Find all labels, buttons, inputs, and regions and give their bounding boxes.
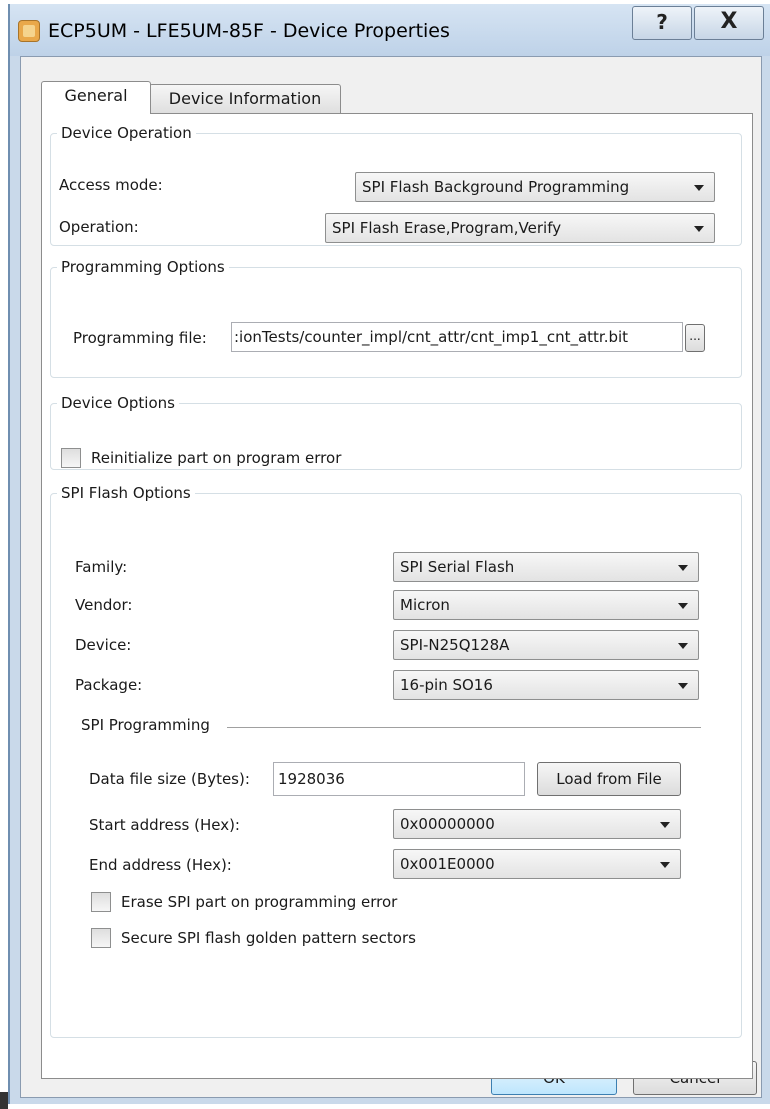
start-address-value: 0x00000000 (400, 815, 495, 833)
operation-select[interactable]: SPI Flash Erase,Program,Verify (325, 213, 715, 243)
data-file-size-value: 1928036 (278, 770, 345, 788)
device-select[interactable]: SPI-N25Q128A (393, 630, 699, 660)
spi-programming-heading: SPI Programming (81, 716, 210, 734)
family-value: SPI Serial Flash (400, 558, 515, 576)
programming-file-label: Programming file: (73, 329, 207, 347)
tab-general[interactable]: General (41, 81, 151, 114)
spi-flash-options-legend: SPI Flash Options (61, 484, 191, 502)
end-address-select[interactable]: 0x001E0000 (393, 849, 681, 879)
dialog-window: ECP5UM - LFE5UM-85F - Device Properties … (8, 4, 770, 1104)
spi-programming-divider (227, 727, 701, 728)
chevron-down-icon (678, 683, 688, 689)
secure-spi-checkbox[interactable] (91, 928, 111, 948)
end-address-value: 0x001E0000 (400, 855, 495, 873)
vendor-value: Micron (400, 596, 450, 614)
data-file-size-input[interactable]: 1928036 (273, 762, 525, 796)
family-select[interactable]: SPI Serial Flash (393, 552, 699, 582)
vendor-label: Vendor: (75, 596, 133, 614)
programming-options-group: Programming Options Programming file: :i… (50, 258, 742, 378)
chevron-down-icon (678, 603, 688, 609)
end-address-label: End address (Hex): (89, 856, 232, 874)
window-edge (0, 1092, 8, 1109)
reinitialize-label: Reinitialize part on program error (91, 449, 342, 467)
device-value: SPI-N25Q128A (400, 636, 510, 654)
vendor-select[interactable]: Micron (393, 590, 699, 620)
package-value: 16-pin SO16 (400, 676, 493, 694)
start-address-label: Start address (Hex): (89, 816, 240, 834)
device-options-legend: Device Options (61, 394, 175, 412)
device-label: Device: (75, 636, 132, 654)
device-operation-legend: Device Operation (61, 124, 192, 142)
title-bar[interactable]: ECP5UM - LFE5UM-85F - Device Properties … (10, 4, 770, 56)
app-icon (18, 20, 40, 42)
chevron-down-icon (694, 226, 704, 232)
secure-spi-label: Secure SPI flash golden pattern sectors (121, 929, 416, 947)
device-options-group: Device Options Reinitialize part on prog… (50, 394, 742, 470)
programming-options-legend: Programming Options (61, 258, 225, 276)
access-mode-select[interactable]: SPI Flash Background Programming (355, 172, 715, 202)
tab-device-information[interactable]: Device Information (149, 84, 341, 114)
programming-file-input[interactable]: :ionTests/counter_impl/cnt_attr/cnt_imp1… (231, 322, 683, 352)
package-select[interactable]: 16-pin SO16 (393, 670, 699, 700)
device-operation-group: Device Operation Access mode: SPI Flash … (50, 124, 742, 246)
erase-spi-label: Erase SPI part on programming error (121, 893, 398, 911)
access-mode-label: Access mode: (59, 176, 163, 194)
load-from-file-button[interactable]: Load from File (537, 762, 681, 796)
start-address-select[interactable]: 0x00000000 (393, 809, 681, 839)
chevron-down-icon (660, 862, 670, 868)
package-label: Package: (75, 676, 143, 694)
spi-flash-options-group: SPI Flash Options Family: SPI Serial Fla… (50, 484, 742, 1038)
chevron-down-icon (694, 185, 704, 191)
close-button[interactable]: X (694, 6, 764, 40)
dialog-body: General Device Information Device Operat… (20, 56, 762, 1098)
chevron-down-icon (660, 822, 670, 828)
data-file-size-label: Data file size (Bytes): (89, 770, 250, 788)
operation-value: SPI Flash Erase,Program,Verify (332, 219, 562, 237)
access-mode-value: SPI Flash Background Programming (362, 178, 630, 196)
help-button[interactable]: ? (632, 6, 692, 40)
window-title: ECP5UM - LFE5UM-85F - Device Properties (48, 20, 450, 42)
chevron-down-icon (678, 643, 688, 649)
operation-label: Operation: (59, 218, 139, 236)
family-label: Family: (75, 558, 128, 576)
browse-button[interactable]: ... (685, 324, 705, 352)
chevron-down-icon (678, 565, 688, 571)
tab-panel-general: Device Operation Access mode: SPI Flash … (41, 113, 753, 1079)
programming-file-value: :ionTests/counter_impl/cnt_attr/cnt_imp1… (234, 328, 629, 346)
reinitialize-checkbox[interactable] (61, 448, 81, 468)
erase-spi-checkbox[interactable] (91, 892, 111, 912)
